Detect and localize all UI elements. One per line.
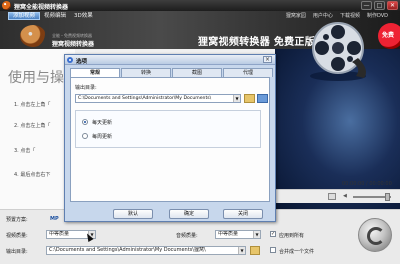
video-quality-value: 中等质量 <box>49 231 70 237</box>
output-dir-select[interactable]: C:\Documents and Settings\Administrator\… <box>46 246 246 255</box>
audio-quality-select[interactable]: 中等质量 ▼ <box>215 230 261 239</box>
minimize-button[interactable]: — <box>361 1 372 10</box>
app-window: 狸窝全能视频转换器 — □ ✕ 添加视频 视频编辑 3D效果 狸窝家园 用户中心… <box>0 0 400 264</box>
tab-snapshot[interactable]: 截图 <box>172 68 222 77</box>
chevron-down-icon: ▼ <box>253 231 260 238</box>
folder-icon[interactable] <box>244 94 255 103</box>
tab-panel-general: 输出目录: C:\Documents and Settings\Administ… <box>70 77 270 202</box>
chevron-down-icon: ▼ <box>238 247 245 254</box>
open-folder-icon[interactable] <box>257 94 268 103</box>
tab-proxy[interactable]: 代理 <box>223 68 273 77</box>
menu-video-edit[interactable]: 视频编辑 <box>40 12 70 20</box>
options-dialog: 选项 × 常规 转换 截图 代理 输出目录: C:\Documents and … <box>64 54 276 222</box>
radio-daily[interactable] <box>82 119 88 125</box>
dialog-title: 选项 <box>76 59 88 65</box>
free-badge: 免费 <box>378 23 400 49</box>
radio-weekly[interactable] <box>82 133 88 139</box>
mute-icon[interactable]: ◀ <box>343 193 347 199</box>
maximize-button[interactable]: □ <box>374 1 385 10</box>
ok-button[interactable]: 确定 <box>169 209 209 219</box>
main-menu: 添加视频 视频编辑 3D效果 <box>8 12 97 20</box>
brand-logo-icon <box>20 25 46 47</box>
dialog-tabs: 常规 转换 截图 代理 <box>70 68 274 78</box>
link-home[interactable]: 狸窝家园 <box>286 12 306 19</box>
default-button[interactable]: 默认 <box>113 209 153 219</box>
dialog-output-dir-value: C:\Documents and Settings\Administrator\… <box>78 96 212 101</box>
close-button[interactable]: ✕ <box>387 1 398 10</box>
instructions-title: 使用与操 <box>8 70 64 86</box>
convert-button[interactable] <box>358 218 392 252</box>
preset-value[interactable]: MP <box>50 216 59 222</box>
title-bar: 狸窝全能视频转换器 — □ ✕ <box>0 0 400 11</box>
film-reel-icon <box>304 18 372 82</box>
instruction-step: 2. 点击左上角「 <box>14 123 51 129</box>
app-logo-icon <box>2 1 11 10</box>
dialog-output-dir-label: 输出目录: <box>75 85 97 91</box>
audio-quality-label: 音频质量: <box>176 233 198 239</box>
tab-convert[interactable]: 转换 <box>121 68 171 77</box>
output-dir-value: C:\Documents and Settings\Administrator\… <box>49 247 206 253</box>
merge-checkbox[interactable] <box>270 247 276 253</box>
merge-label: 合并成一个文件 <box>279 249 315 255</box>
window-title: 狸窝全能视频转换器 <box>14 4 69 11</box>
camera-icon[interactable] <box>328 193 336 200</box>
preset-label: 预置方案: <box>6 217 28 223</box>
brand-subtitle: 狸窝视频转换器 <box>52 41 95 48</box>
instruction-step: 4. 最后点击右下 <box>14 172 51 178</box>
audio-quality-value: 中等质量 <box>218 231 239 237</box>
instruction-step: 1. 点击左上角「 <box>14 102 51 108</box>
chevron-down-icon: ▼ <box>233 95 240 102</box>
instruction-step: 3. 点击「 <box>14 148 36 154</box>
open-folder-icon[interactable] <box>250 246 260 255</box>
dialog-close-icon[interactable]: × <box>263 56 272 63</box>
apply-all-checkbox[interactable]: ✓ <box>270 231 276 237</box>
radio-weekly-label: 每周更新 <box>92 134 113 140</box>
volume-handle[interactable] <box>385 193 390 201</box>
player-controls: ◀ <box>275 189 400 203</box>
video-quality-label: 视频质量: <box>6 233 28 239</box>
menu-add-video[interactable]: 添加视频 <box>8 12 41 20</box>
radio-daily-label: 每天更新 <box>92 120 113 126</box>
dialog-output-dir-select[interactable]: C:\Documents and Settings\Administrator\… <box>75 94 241 103</box>
convert-icon <box>367 227 385 245</box>
update-options-group: 每天更新 每周更新 <box>75 110 261 148</box>
dialog-close-button[interactable]: 关闭 <box>223 209 263 219</box>
output-dir-label: 输出目录: <box>6 249 28 255</box>
dialog-title-bar: 选项 × <box>65 55 275 65</box>
playback-time: 00:00:00 / 00:00:00 <box>342 181 392 187</box>
apply-all-label: 应用到所有 <box>279 233 305 239</box>
menu-3d-effect[interactable]: 3D效果 <box>70 12 97 20</box>
dialog-icon <box>67 57 73 63</box>
